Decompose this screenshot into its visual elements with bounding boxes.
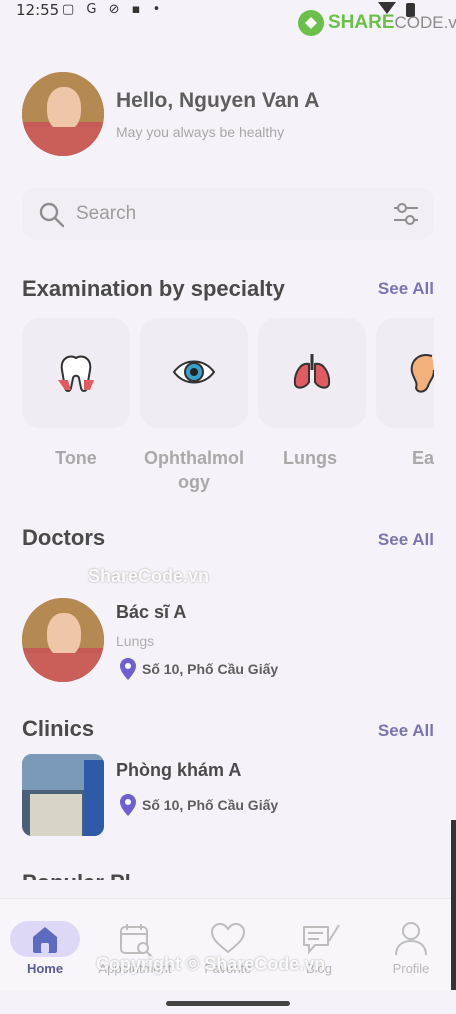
specialty-title: Examination by specialty bbox=[22, 276, 285, 301]
specialty-card-tone[interactable] bbox=[22, 318, 130, 428]
nav-profile-label: Profile bbox=[392, 961, 430, 976]
clinic-image[interactable] bbox=[22, 754, 104, 836]
tooth-icon bbox=[58, 355, 94, 392]
search-input[interactable]: Search bbox=[76, 203, 136, 225]
greeting-subtitle: May you always be healthy bbox=[116, 124, 285, 140]
logo-mark-icon bbox=[298, 10, 324, 36]
clinic-address-text: Số 10, Phố Cầu Giấy bbox=[142, 797, 279, 813]
doctors-title: Doctors bbox=[22, 525, 106, 550]
lungs-icon bbox=[293, 354, 331, 389]
bottom-navigation: Home Appointment Favorite Blog Profile bbox=[0, 898, 456, 991]
greeting-title: Hello, Nguyen Van A bbox=[116, 89, 320, 112]
specialty-label-ear: Ea bbox=[412, 448, 435, 468]
gesture-bar[interactable] bbox=[166, 1001, 290, 1006]
copyright-watermark: Copyright © ShareCode.vn bbox=[96, 954, 326, 974]
doctor-address-text: Số 10, Phố Cầu Giấy bbox=[142, 661, 279, 677]
doctor-name[interactable]: Bác sĩ A bbox=[116, 602, 186, 623]
specialty-card-lungs[interactable] bbox=[258, 318, 366, 428]
location-pin-icon bbox=[120, 658, 136, 680]
logo-suffix: CODE.vn bbox=[394, 13, 456, 32]
doctor-address: Số 10, Phố Cầu Giấy bbox=[120, 658, 278, 680]
eye-icon bbox=[172, 360, 216, 384]
specialty-card-ear[interactable] bbox=[376, 318, 434, 428]
search-bar[interactable]: Search bbox=[22, 188, 434, 240]
filter-icon[interactable] bbox=[392, 202, 420, 226]
logo-main: SHARE bbox=[328, 12, 395, 33]
specialty-label-ophthalmology: Ophthalmol ogy bbox=[144, 448, 244, 492]
home-icon bbox=[33, 927, 57, 953]
specialty-label-lungs: Lungs bbox=[283, 448, 337, 468]
watermark: ShareCode.vn bbox=[88, 566, 210, 586]
doctors-see-all-link[interactable]: See All bbox=[378, 530, 434, 550]
location-pin-icon bbox=[120, 794, 136, 816]
clinics-see-all-link[interactable]: See All bbox=[378, 721, 434, 741]
specialty-card-ophthalmology[interactable] bbox=[140, 318, 248, 428]
user-avatar[interactable] bbox=[22, 72, 104, 156]
side-handle bbox=[451, 820, 456, 990]
status-icons: ▢ G ⊘ ▪ • bbox=[62, 2, 165, 17]
calendar-icon bbox=[120, 924, 152, 957]
doctor-specialty: Lungs bbox=[116, 633, 155, 649]
blog-icon bbox=[303, 924, 340, 955]
clinic-address: Số 10, Phố Cầu Giấy bbox=[120, 794, 278, 816]
specialty-label-tone: Tone bbox=[55, 448, 97, 468]
nav-home-label: Home bbox=[26, 961, 64, 976]
doctor-avatar[interactable] bbox=[22, 598, 104, 682]
nav-home[interactable]: Home bbox=[0, 907, 90, 983]
clinic-name[interactable]: Phòng khám A bbox=[116, 760, 241, 781]
status-time: 12:55 bbox=[16, 1, 60, 19]
search-icon bbox=[39, 202, 65, 228]
clinics-title: Clinics bbox=[22, 716, 95, 741]
ear-icon bbox=[410, 354, 434, 393]
heart-icon bbox=[210, 922, 246, 954]
user-icon bbox=[395, 922, 427, 956]
popular-places-title: Popular Pl bbox=[22, 870, 131, 880]
nav-profile[interactable]: Profile bbox=[366, 907, 456, 983]
sharecode-logo: SHARECODE.vn bbox=[298, 10, 456, 36]
specialty-see-all-link[interactable]: See All bbox=[378, 279, 434, 299]
